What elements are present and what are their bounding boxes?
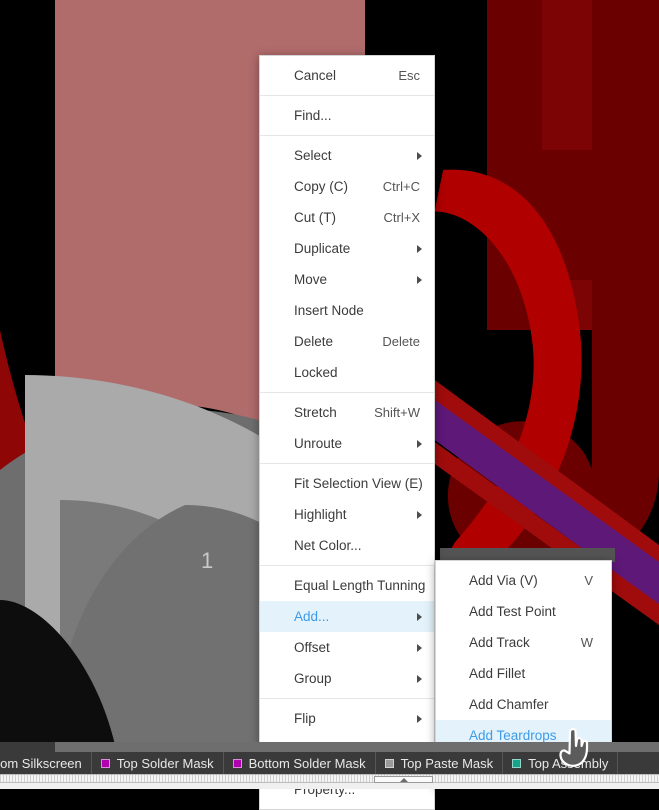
layer-scrollbar-track[interactable] (0, 774, 659, 783)
menu-item-copy-c[interactable]: Copy (C) Ctrl+C (260, 171, 434, 202)
menu-item-label: Duplicate (294, 241, 351, 256)
pad-number-label: 1 (201, 548, 214, 573)
submenu-item-add-chamfer[interactable]: Add Chamfer (436, 689, 611, 720)
menu-item-stretch[interactable]: Stretch Shift+W (260, 397, 434, 428)
menu-separator (260, 463, 434, 464)
layer-item-label: Top Solder Mask (116, 755, 214, 771)
menu-item-fit-selection-view-e[interactable]: Fit Selection View (E) (260, 468, 434, 499)
menu-item-insert-node[interactable]: Insert Node (260, 295, 434, 326)
chevron-right-icon (417, 244, 422, 253)
chevron-right-icon (417, 714, 422, 723)
menu-item-move[interactable]: Move (260, 264, 434, 295)
chevron-right-icon (417, 674, 422, 683)
layer-tab-active[interactable] (0, 742, 55, 752)
submenu-item-shortcut: V (584, 573, 593, 588)
menu-item-unroute[interactable]: Unroute (260, 428, 434, 459)
layer-item-bottom-solder-mask[interactable]: Bottom Solder Mask (224, 752, 376, 774)
menu-item-label: Equal Length Tunning (294, 578, 426, 593)
menu-separator (260, 95, 434, 96)
menu-item-shortcut: Shift+W (374, 405, 420, 420)
submenu-item-add-track[interactable]: Add Track W (436, 627, 611, 658)
menu-item-label: Offset (294, 640, 330, 655)
menu-item-duplicate[interactable]: Duplicate (260, 233, 434, 264)
chevron-right-icon (417, 643, 422, 652)
submenu-item-add-via-v[interactable]: Add Via (V) V (436, 565, 611, 596)
layer-scrollbar-thumb[interactable] (374, 776, 433, 783)
layer-item-label: Bottom Solder Mask (248, 755, 366, 771)
menu-item-locked[interactable]: Locked (260, 357, 434, 388)
bottom-layer-panel: Bottom Silkscreen Top Solder Mask Bottom S… (0, 742, 659, 789)
menu-item-label: Select (294, 148, 332, 163)
menu-item-label: Move (294, 272, 328, 287)
layer-item-bottom-silkscreen[interactable]: Bottom Silkscreen (0, 752, 92, 774)
menu-item-highlight[interactable]: Highlight (260, 499, 434, 530)
menu-item-shortcut: Esc (398, 68, 420, 83)
chevron-right-icon (417, 510, 422, 519)
menu-item-label: Fit Selection View (E) (294, 476, 423, 491)
menu-item-shortcut: Ctrl+X (383, 210, 420, 225)
scrollbar-nub-icon (399, 778, 408, 782)
layer-list[interactable]: Bottom Silkscreen Top Solder Mask Bottom S… (0, 752, 659, 774)
submenu-item-label: Add Via (V) (469, 573, 538, 588)
layer-color-swatch-icon[interactable] (512, 758, 522, 768)
menu-item-offset[interactable]: Offset (260, 632, 434, 663)
layer-color-swatch-icon[interactable] (232, 758, 242, 768)
submenu-item-label: Add Fillet (469, 666, 526, 681)
submenu-item-label: Add Teardrops (469, 728, 557, 743)
layer-item-label: Bottom Silkscreen (0, 755, 82, 771)
menu-item-label: Delete (294, 334, 334, 349)
menu-separator (260, 565, 434, 566)
submenu-item-label: Add Chamfer (469, 697, 549, 712)
chevron-right-icon (417, 151, 422, 160)
menu-item-select[interactable]: Select (260, 140, 434, 171)
submenu-item-shortcut: W (580, 635, 593, 650)
layer-item-top-solder-mask[interactable]: Top Solder Mask (92, 752, 224, 774)
menu-item-cancel[interactable]: Cancel Esc (260, 60, 434, 91)
layer-item-top-paste-mask[interactable]: Top Paste Mask (376, 752, 504, 774)
menu-item-label: Copy (C) (294, 179, 349, 194)
menu-item-label: Find... (294, 108, 332, 123)
menu-item-label: Stretch (294, 405, 337, 420)
menu-item-label: Add... (294, 609, 330, 624)
layer-color-swatch-icon[interactable] (100, 758, 110, 768)
pcb-track-context-menu[interactable]: Cancel Esc Find... Select Copy (C) Ctrl+C Cut … (259, 55, 435, 810)
menu-item-group[interactable]: Group (260, 663, 434, 694)
layer-item-top-assembly[interactable]: Top Assembly (503, 752, 619, 774)
menu-item-flip[interactable]: Flip (260, 703, 434, 734)
menu-item-label: Group (294, 671, 332, 686)
menu-item-label: Unroute (294, 436, 343, 451)
menu-item-label: Flip (294, 711, 316, 726)
menu-item-label: Net Color... (294, 538, 362, 553)
menu-item-delete[interactable]: Delete Delete (260, 326, 434, 357)
menu-item-label: Highlight (294, 507, 347, 522)
menu-separator (260, 698, 434, 699)
menu-item-find[interactable]: Find... (260, 100, 434, 131)
menu-item-cut-t[interactable]: Cut (T) Ctrl+X (260, 202, 434, 233)
submenu-item-add-test-point[interactable]: Add Test Point (436, 596, 611, 627)
submenu-item-label: Add Test Point (469, 604, 556, 619)
layer-color-swatch-icon[interactable] (384, 758, 394, 768)
menu-item-label: Cancel (294, 68, 337, 83)
menu-item-shortcut: Ctrl+C (382, 179, 420, 194)
menu-item-equal-length-tunning[interactable]: Equal Length Tunning (260, 570, 434, 601)
submenu-item-add-fillet[interactable]: Add Fillet (436, 658, 611, 689)
chevron-right-icon (417, 275, 422, 284)
menu-item-shortcut: Delete (382, 334, 420, 349)
submenu-item-label: Add Track (469, 635, 530, 650)
layer-item-label: Top Assembly (528, 755, 609, 771)
layer-tab-inactive[interactable] (55, 742, 659, 752)
menu-item-label: Locked (294, 365, 338, 380)
menu-separator (260, 392, 434, 393)
menu-item-label: Insert Node (294, 303, 364, 318)
layer-tab-strip[interactable] (0, 742, 659, 752)
layer-item-label: Top Paste Mask (400, 755, 494, 771)
menu-item-add[interactable]: Add... (260, 601, 434, 632)
menu-item-net-color[interactable]: Net Color... (260, 530, 434, 561)
status-pane (0, 783, 659, 789)
menu-item-label: Cut (T) (294, 210, 336, 225)
menu-separator (260, 135, 434, 136)
chevron-right-icon (417, 439, 422, 448)
chevron-right-icon (417, 612, 422, 621)
